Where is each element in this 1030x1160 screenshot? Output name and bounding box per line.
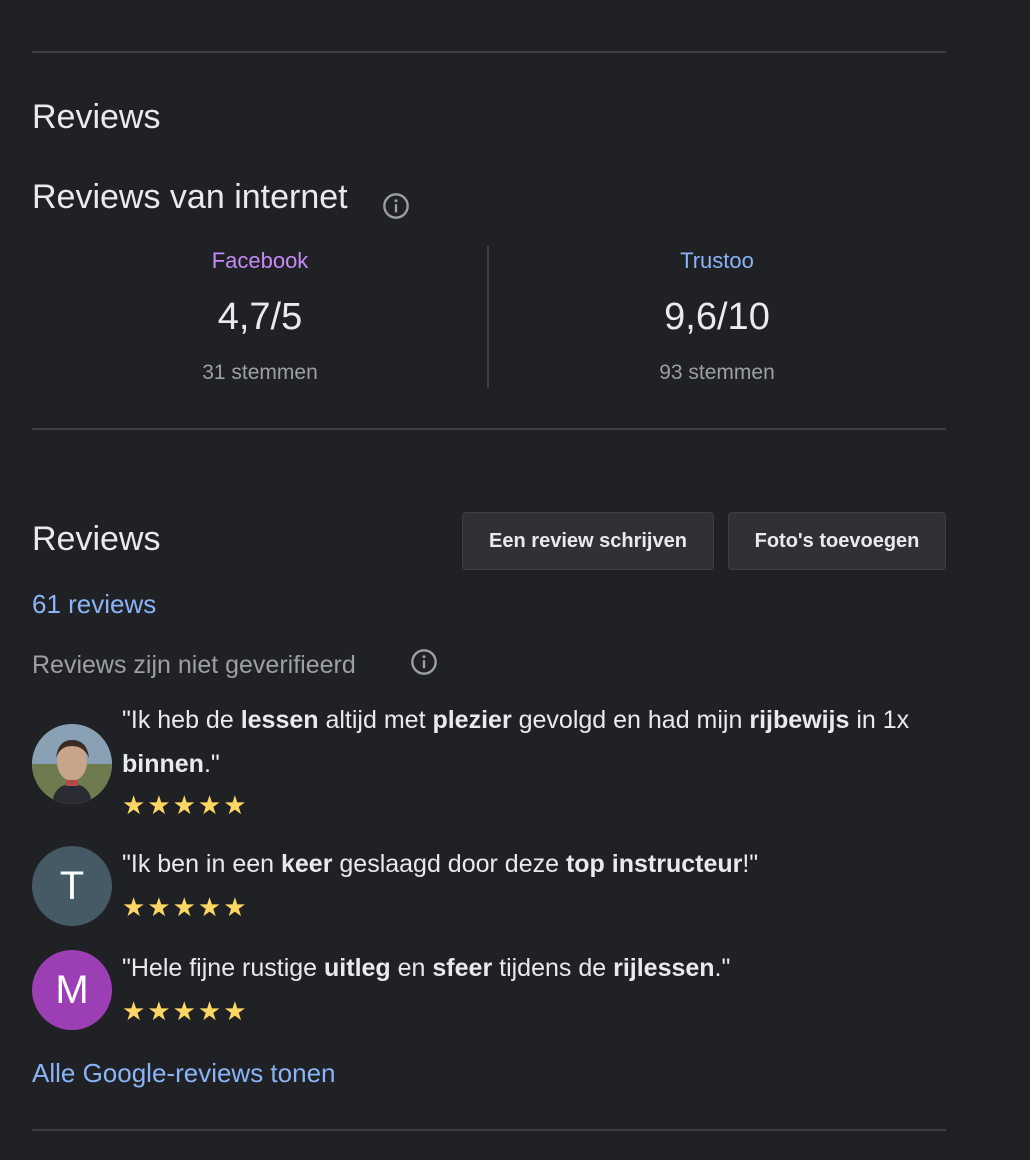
write-review-button[interactable]: Een review schrijven [462,512,714,570]
review-count-link[interactable]: 61 reviews [32,589,156,620]
review-keyword: binnen [122,750,204,778]
review-keyword: sfeer [432,954,493,982]
source-votes: 31 stemmen [202,361,318,384]
star-rating: ★★★★★ [122,996,249,1026]
source-votes: 93 stemmen [659,361,775,384]
avatar[interactable]: M [32,950,112,1030]
avatar[interactable]: T [32,846,112,926]
middle-divider [32,428,946,430]
review-item: "Ik heb de lessen altijd met plezier gev… [32,698,946,826]
review-item: T "Ik ben in een keer geslaagd door deze… [32,842,946,928]
review-keyword: lessen [240,706,319,734]
review-text-part: "Ik ben in een [122,850,281,878]
top-divider [32,51,946,53]
source-facebook: Facebook 4,7/5 31 stemmen [32,248,488,385]
review-text-part: in 1x [849,706,910,734]
info-icon[interactable] [382,192,410,220]
review-text-part: !" [742,850,759,878]
review-keyword: uitleg [324,954,391,982]
bottom-divider [32,1129,946,1131]
review-text-part: en [390,954,433,982]
review-keyword: top instructeur [565,850,743,878]
review-text-part: gevolgd en had mijn [511,706,750,734]
add-photos-button[interactable]: Foto's toevoegen [728,512,946,570]
avatar[interactable] [32,724,112,804]
review-text-part: altijd met [318,706,433,734]
source-score: 4,7/5 [217,296,303,338]
source-score: 9,6/10 [664,296,770,338]
source-name-link[interactable]: Trustoo [489,248,945,274]
review-text-part: "Ik heb de [122,706,241,734]
star-rating: ★★★★★ [122,892,249,922]
review-text-part: tijdens de [492,954,614,982]
review-text-part: ." [203,750,220,778]
review-text: "Ik heb de lessen altijd met plezier gev… [122,698,946,786]
source-name-link[interactable]: Facebook [32,248,488,274]
star-rating: ★★★★★ [122,790,249,820]
section-title: Reviews [32,98,161,136]
review-text-part: geslaagd door deze [332,850,566,878]
review-text: "Hele fijne rustige uitleg en sfeer tijd… [122,946,946,990]
review-keyword: rijbewijs [749,706,850,734]
source-trustoo: Trustoo 9,6/10 93 stemmen [489,248,945,385]
review-item: M "Hele fijne rustige uitleg en sfeer ti… [32,946,946,1032]
review-keyword: rijlessen [613,954,715,982]
disclaimer-text: Reviews zijn niet geverifieerd [32,651,356,679]
review-text-part: "Hele fijne rustige [122,954,325,982]
review-text: "Ik ben in een keer geslaagd door deze t… [122,842,946,886]
reviews-title: Reviews [32,520,161,558]
review-keyword: plezier [432,706,512,734]
review-keyword: keer [280,850,333,878]
all-reviews-link[interactable]: Alle Google-reviews tonen [32,1058,336,1089]
review-text-part: ." [714,954,731,982]
web-reviews-title: Reviews van internet [32,178,348,216]
info-icon[interactable] [410,648,438,676]
